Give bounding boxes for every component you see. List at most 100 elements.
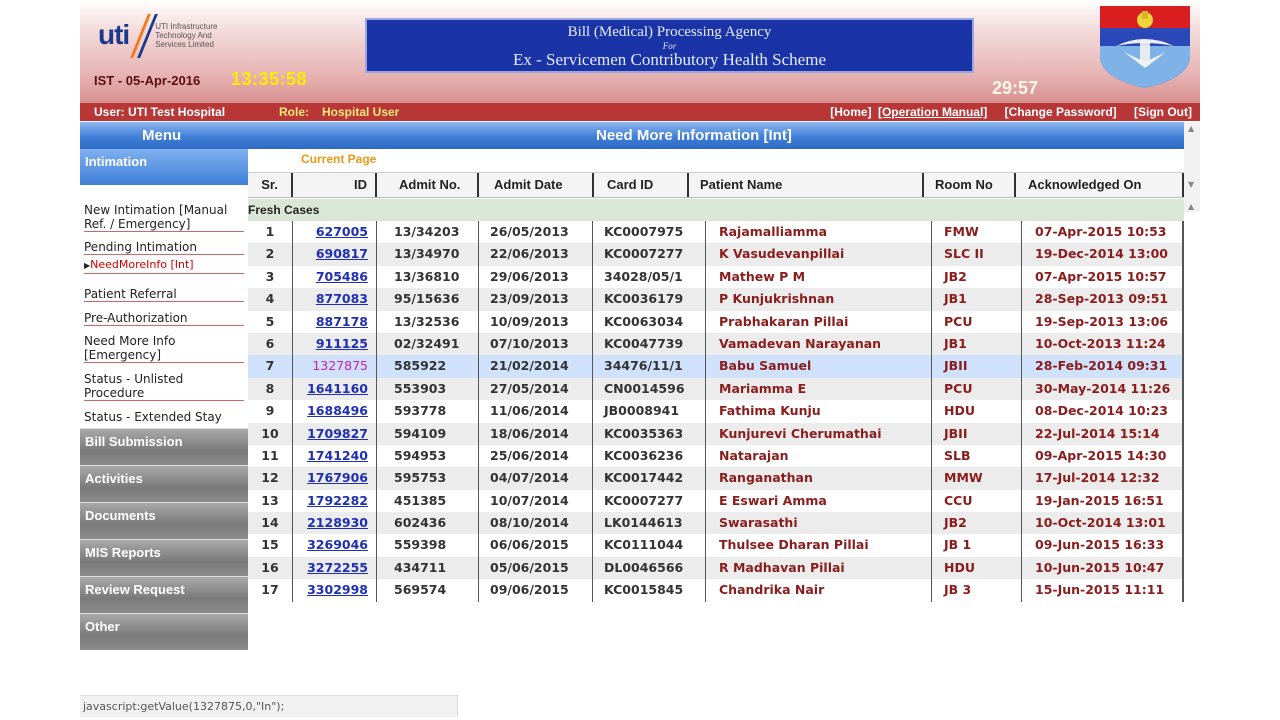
table-row[interactable]: 15 3269046 559398 06/06/2015 KC0111044 Thulse… (248, 534, 1184, 557)
cell-patient-name: Vamadevan Narayanan (706, 332, 932, 356)
table-row[interactable]: 11 1741240 594953 25/06/2014 KC0036236 Natara… (248, 444, 1184, 468)
cell-admit-no: 13/36810 (377, 265, 479, 289)
cell-patient-name: K Vasudevanpillai (706, 243, 932, 266)
table-row[interactable]: 4 877083 95/15636 23/09/2013 KC0036179 P Kunj… (248, 288, 1184, 311)
cell-id[interactable]: 877083 (293, 288, 377, 311)
cell-admit-no: 13/32536 (377, 310, 479, 333)
cell-id[interactable]: 1767906 (293, 467, 377, 490)
sidebar-section-documents[interactable]: Documents (80, 502, 248, 539)
cell-acknowledged-on: 07-Apr-2015 10:57 (1022, 265, 1184, 289)
cell-room-no: HDU (932, 556, 1022, 580)
sidebar-item-pending-intimation[interactable]: Pending Intimation (84, 240, 244, 255)
th-id[interactable]: ID (293, 173, 377, 197)
table-row[interactable]: 6 911125 02/32491 07/10/2013 KC0047739 Vamade… (248, 332, 1184, 356)
sidebar-item-need-more-info-emergency[interactable]: Need More Info [Emergency] (84, 334, 244, 363)
current-page-label: Current Page (301, 152, 377, 166)
cell-id[interactable]: 627005 (293, 221, 377, 244)
cell-card-id: KC0036179 (593, 288, 706, 311)
cell-sr: 6 (248, 332, 293, 356)
sidebar-section-bill-submission[interactable]: Bill Submission (80, 428, 248, 465)
cell-acknowledged-on: 10-Oct-2013 11:24 (1022, 332, 1184, 356)
cell-admit-no: 595753 (377, 467, 479, 490)
cell-room-no: JBII (932, 355, 1022, 378)
table-row[interactable]: 8 1641160 553903 27/05/2014 CN0014596 Mariamm… (248, 377, 1184, 401)
sign-out-link[interactable]: [Sign Out] (1134, 105, 1192, 119)
sidebar-section-mis-reports[interactable]: MIS Reports (80, 539, 248, 576)
table-row[interactable]: 16 3272255 434711 05/06/2015 DL0046566 R Madh… (248, 556, 1184, 580)
table-row[interactable]: 17 3302998 569574 09/06/2015 KC0015845 Chandr… (248, 579, 1184, 602)
cell-acknowledged-on: 22-Jul-2014 15:14 (1022, 422, 1184, 445)
th-patient-name[interactable]: Patient Name (689, 173, 924, 197)
operation-manual-link[interactable]: [Operation Manual] (878, 105, 987, 119)
cell-room-no: SLB (932, 444, 1022, 468)
sidebar-item-status-extended-stay[interactable]: Status - Extended Stay (84, 410, 244, 424)
sidebar-item-needmoreinfo-int[interactable]: ▶NeedMoreInfo [Int] (84, 258, 244, 274)
cell-admit-no: 02/32491 (377, 332, 479, 356)
cell-admit-no: 553903 (377, 377, 479, 401)
table-row[interactable]: 14 2128930 602436 08/10/2014 LK0144613 Swaras… (248, 512, 1184, 535)
table-row[interactable]: 9 1688496 593778 11/06/2014 JB0008941 Fathima… (248, 400, 1184, 423)
table-row[interactable]: 3 705486 13/36810 29/06/2013 34028/05/1 Mathe… (248, 265, 1184, 289)
table-row[interactable]: 5 887178 13/32536 10/09/2013 KC0063034 Prabha… (248, 310, 1184, 333)
scrollbar[interactable]: ▲ ▼ ▲ (1184, 122, 1200, 212)
sidebar-section-other[interactable]: Other (80, 613, 248, 650)
cell-card-id: CN0014596 (593, 377, 706, 401)
cell-acknowledged-on: 10-Oct-2014 13:01 (1022, 512, 1184, 535)
sidebar-section-intimation[interactable]: Intimation (80, 149, 248, 185)
cell-room-no: JB 3 (932, 579, 1022, 602)
cell-patient-name: Fathima Kunju (706, 400, 932, 423)
cell-card-id: KC0007975 (593, 221, 706, 244)
table-row[interactable]: 13 1792282 451385 10/07/2014 KC0007277 E Eswa… (248, 489, 1184, 513)
cell-patient-name: P Kunjukrishnan (706, 288, 932, 311)
cell-admit-no: 602436 (377, 512, 479, 535)
cell-room-no: JB 1 (932, 534, 1022, 557)
sidebar-item-status-unlisted[interactable]: Status - Unlisted Procedure (84, 372, 244, 401)
cell-id[interactable]: 690817 (293, 243, 377, 266)
cell-id[interactable]: 1709827 (293, 422, 377, 445)
cell-id[interactable]: 887178 (293, 310, 377, 333)
cell-id[interactable]: 1741240 (293, 444, 377, 468)
table-row[interactable]: 10 1709827 594109 18/06/2014 KC0035363 Kunjur… (248, 422, 1184, 445)
title-bar: Menu Need More Information [Int] (80, 122, 1184, 149)
cell-id[interactable]: 1688496 (293, 400, 377, 423)
th-room-no[interactable]: Room No (924, 173, 1016, 197)
sidebar-item-new-intimation[interactable]: New Intimation [Manual Ref. / Emergency] (84, 203, 244, 232)
th-sr[interactable]: Sr. (248, 173, 293, 197)
th-admit-date[interactable]: Admit Date (479, 173, 594, 197)
table-row[interactable]: 7 1327875 585922 21/02/2014 34476/11/1 Babu S… (248, 355, 1184, 378)
cell-card-id: LK0144613 (593, 512, 706, 535)
cell-id[interactable]: 3269046 (293, 534, 377, 557)
cell-id[interactable]: 1327875 (293, 355, 377, 378)
cell-admit-date: 07/10/2013 (479, 332, 593, 356)
cell-patient-name: Kunjurevi Cherumathai (706, 422, 932, 445)
cell-id[interactable]: 705486 (293, 265, 377, 289)
cell-id[interactable]: 1792282 (293, 489, 377, 513)
th-card-id[interactable]: Card ID (594, 173, 689, 197)
cell-admit-no: 434711 (377, 556, 479, 580)
scroll-down-icon[interactable]: ▼ (1188, 180, 1194, 189)
cell-id[interactable]: 3272255 (293, 556, 377, 580)
cell-id[interactable]: 3302998 (293, 579, 377, 602)
cell-id[interactable]: 911125 (293, 332, 377, 356)
cell-id[interactable]: 2128930 (293, 512, 377, 535)
cell-admit-no: 585922 (377, 355, 479, 378)
home-link[interactable]: [Home] (830, 105, 871, 119)
sidebar-section-activities[interactable]: Activities (80, 465, 248, 502)
sidebar-item-patient-referral[interactable]: Patient Referral (84, 287, 244, 302)
cell-room-no: JB2 (932, 512, 1022, 535)
cell-id[interactable]: 1641160 (293, 377, 377, 401)
app-page: uti UTI Infrastructure Technology And Se… (80, 0, 1200, 720)
cell-sr: 8 (248, 377, 293, 401)
table-row[interactable]: 1 627005 13/34203 26/05/2013 KC0007975 Rajama… (248, 221, 1184, 244)
sidebar-section-review-request[interactable]: Review Request (80, 576, 248, 613)
sidebar-item-pre-authorization[interactable]: Pre-Authorization (84, 311, 244, 326)
table-row[interactable]: 2 690817 13/34970 22/06/2013 KC0007277 K Vasu… (248, 243, 1184, 266)
cell-card-id: KC0017442 (593, 467, 706, 490)
cell-card-id: 34028/05/1 (593, 265, 706, 289)
th-acknowledged-on[interactable]: Acknowledged On (1016, 173, 1184, 197)
scroll-up-icon[interactable]: ▲ (1188, 124, 1194, 133)
scroll-up-icon-2[interactable]: ▲ (1188, 202, 1194, 211)
th-admit-no[interactable]: Admit No. (377, 173, 479, 197)
change-password-link[interactable]: [Change Password] (1005, 105, 1117, 119)
table-row[interactable]: 12 1767906 595753 04/07/2014 KC0017442 Rangan… (248, 467, 1184, 490)
